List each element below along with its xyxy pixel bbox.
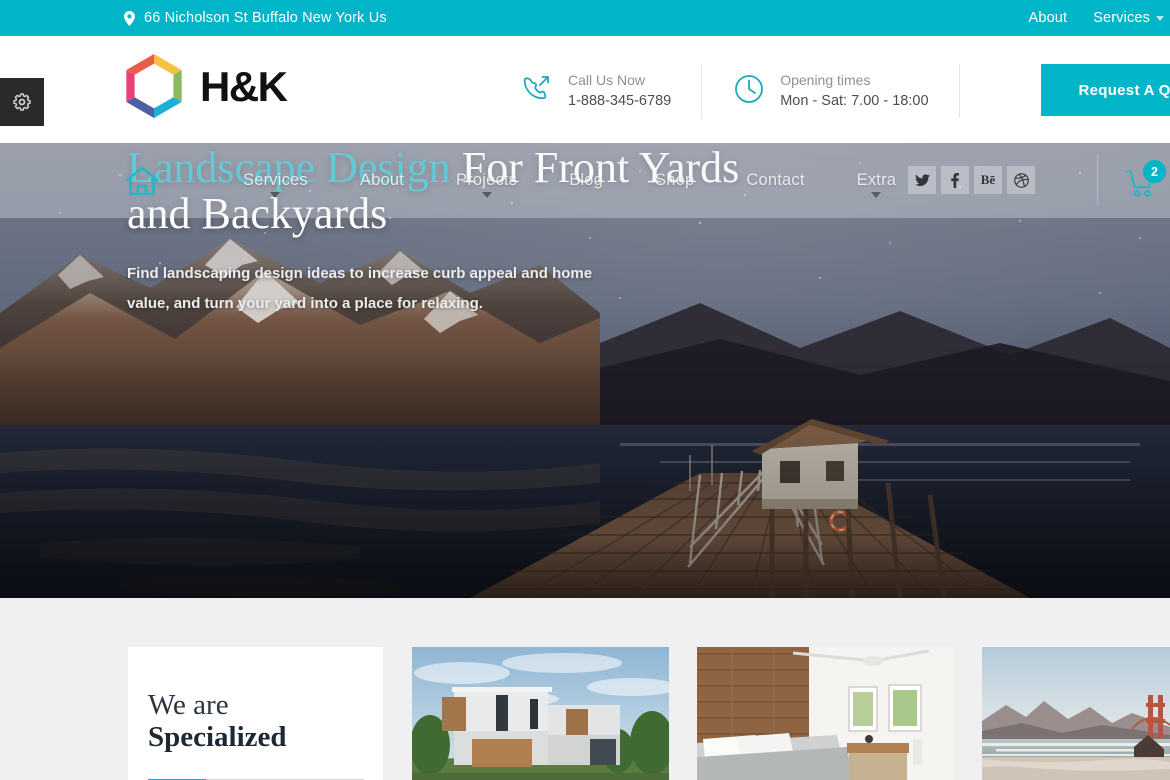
opening-times-label: Opening times	[780, 72, 871, 89]
nav-item-services-label: Services	[243, 171, 308, 189]
hero-subtitle: Find landscaping design ideas to increas…	[127, 265, 593, 312]
twitter-icon[interactable]	[908, 166, 936, 194]
settings-tab[interactable]	[0, 78, 44, 126]
cart-badge: 2	[1143, 160, 1166, 183]
logo[interactable]: H&K	[124, 52, 288, 120]
bedroom-wood-wall-photo[interactable]	[697, 647, 954, 780]
nav-item-about-label: About	[359, 171, 404, 189]
behance-glyph: Bē	[980, 172, 996, 187]
modern-house-exterior-photo[interactable]	[412, 647, 669, 780]
topbar-link-services-label: Services	[1093, 10, 1150, 26]
nav-item-projects-label: Projects	[456, 171, 518, 189]
nav-divider	[1097, 155, 1098, 205]
call-us-label: Call Us Now	[568, 72, 646, 89]
header-divider-1	[701, 64, 703, 118]
topbar-links: About Services	[1029, 10, 1164, 26]
chevron-down-icon	[1156, 15, 1164, 21]
site-header: H&K Call Us Now 1-888-345-6789 Opening t…	[0, 36, 1170, 143]
request-quote-button[interactable]: Request A Quote	[1041, 64, 1170, 116]
topbar-link-about[interactable]: About	[1029, 10, 1068, 26]
header-divider-2	[958, 64, 960, 118]
dribbble-icon[interactable]	[1007, 166, 1035, 194]
gear-icon	[12, 92, 32, 112]
chevron-down-icon	[871, 192, 882, 198]
header-info-group: Call Us Now 1-888-345-6789 Opening times…	[520, 64, 990, 118]
address-block: 66 Nicholson St Buffalo New York Us	[124, 10, 387, 26]
opening-times-value: Mon - Sat: 7.00 - 18:00	[780, 92, 929, 109]
call-us-block[interactable]: Call Us Now 1-888-345-6789	[520, 70, 671, 111]
specialized-card: We are Specialized	[128, 647, 383, 780]
nav-item-services[interactable]: Services	[217, 171, 334, 198]
nav-item-projects[interactable]: Projects	[430, 171, 543, 198]
specialized-line-1: We are	[148, 689, 229, 721]
top-utility-bar: 66 Nicholson St Buffalo New York Us Abou…	[0, 0, 1170, 36]
nav-item-extra-label: Extra	[856, 171, 897, 189]
chevron-down-icon	[270, 192, 281, 198]
nav-item-blog[interactable]: Blog	[543, 171, 629, 190]
topbar-link-about-label: About	[1028, 10, 1068, 26]
location-pin-icon	[124, 10, 135, 26]
call-us-number: 1-888-345-6789	[568, 92, 672, 109]
opening-times-block: Opening times Mon - Sat: 7.00 - 18:00	[732, 70, 929, 111]
page-root: 66 Nicholson St Buffalo New York Us Abou…	[0, 0, 1170, 780]
golden-gate-beach-photo[interactable]	[982, 647, 1170, 780]
address-text: 66 Nicholson St Buffalo New York Us	[144, 10, 387, 26]
hexagon-logo-icon	[124, 52, 184, 120]
chevron-down-icon	[481, 192, 492, 198]
facebook-icon[interactable]	[941, 166, 969, 194]
home-icon[interactable]	[0, 165, 159, 197]
logo-text: H&K	[200, 63, 288, 110]
nav-item-list: Services About Projects Blog Shop Contac…	[217, 171, 922, 198]
nav-item-about[interactable]: About	[334, 171, 430, 190]
topbar-link-services[interactable]: Services	[1093, 10, 1164, 26]
clock-icon	[732, 72, 766, 111]
behance-icon[interactable]: Bē	[974, 166, 1002, 194]
nav-item-contact-label: Contact	[746, 171, 805, 189]
nav-item-blog-label: Blog	[569, 171, 604, 189]
nav-item-shop[interactable]: Shop	[629, 171, 720, 190]
main-navigation: Services About Projects Blog Shop Contac…	[0, 143, 1170, 218]
nav-item-shop-label: Shop	[655, 171, 695, 189]
nav-item-contact[interactable]: Contact	[720, 171, 830, 190]
social-links: Bē	[908, 166, 1035, 194]
specialized-line-2: Specialized	[148, 721, 287, 754]
cart-button[interactable]: 2	[1126, 160, 1170, 204]
phone-outgoing-icon	[520, 72, 554, 111]
